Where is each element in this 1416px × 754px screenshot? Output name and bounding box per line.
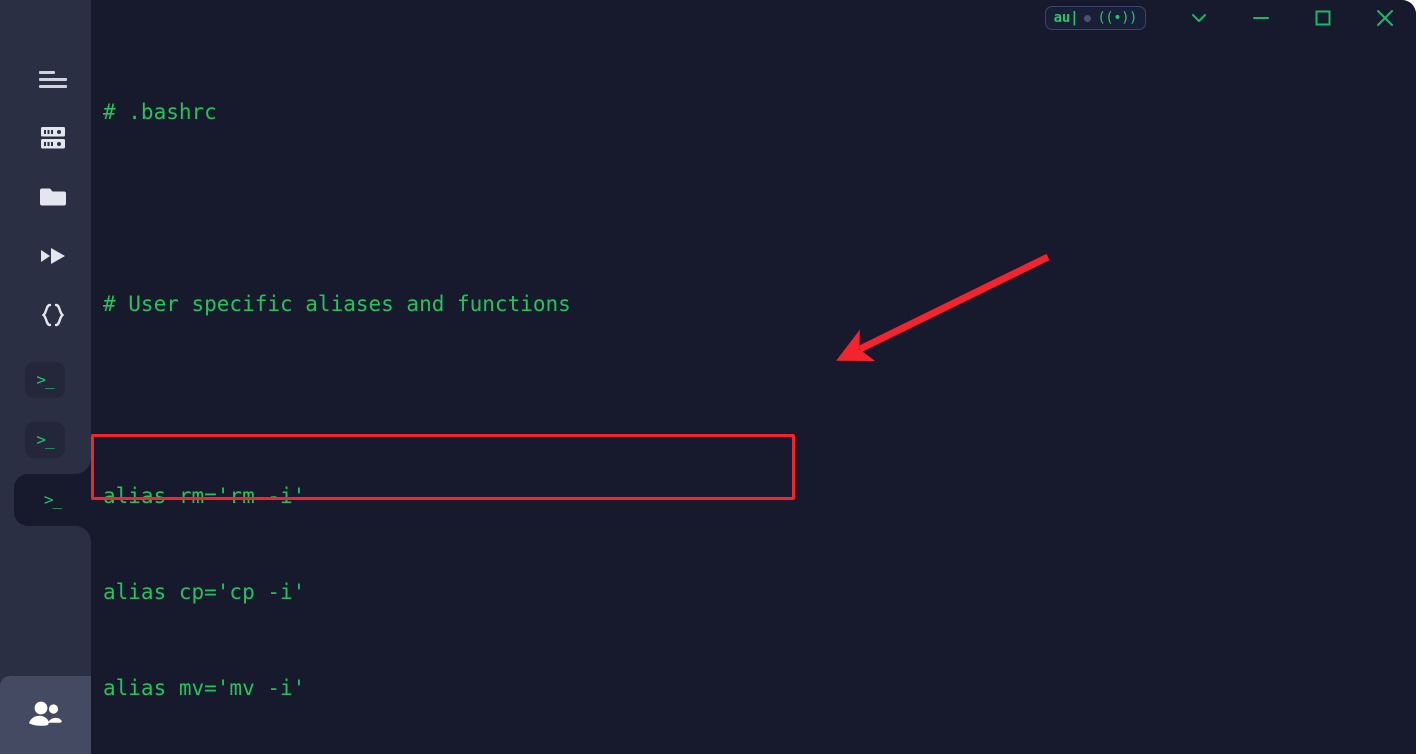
code-line: alias rm='rm -i' bbox=[103, 484, 306, 508]
curly-braces-icon bbox=[41, 303, 64, 327]
sidebar-users-button[interactable] bbox=[0, 676, 91, 754]
fast-forward-icon bbox=[40, 248, 65, 264]
close-button[interactable] bbox=[1354, 0, 1416, 36]
tab-notch-top bbox=[14, 458, 91, 474]
audio-status-badge[interactable]: au| ((•)) bbox=[1044, 6, 1146, 30]
terminal-window: au| ((•)) # .bashrc # User specific alia… bbox=[0, 0, 1416, 754]
screen-root: au| ((•)) # .bashrc # User specific alia… bbox=[0, 0, 1416, 754]
terminal-prompt-icon: >_ bbox=[36, 430, 54, 449]
sidebar-terminal-tab-1[interactable]: >_ bbox=[25, 362, 65, 398]
users-icon bbox=[28, 701, 62, 726]
minimize-button[interactable] bbox=[1230, 0, 1292, 36]
tab-notch-bottom bbox=[14, 526, 91, 542]
sidebar-item-files[interactable] bbox=[14, 168, 91, 226]
terminal-prompt-icon: >_ bbox=[36, 370, 54, 389]
code-line: # .bashrc bbox=[103, 100, 217, 124]
terminal-prompt-icon: >_ bbox=[43, 490, 62, 509]
sidebar-item-code[interactable] bbox=[14, 286, 91, 344]
sidebar-terminal-tab-2[interactable]: >_ bbox=[25, 422, 65, 458]
server-rack-icon bbox=[40, 127, 65, 149]
hamburger-menu-icon bbox=[38, 70, 67, 88]
sidebar-item-transfer[interactable] bbox=[14, 227, 91, 285]
audio-badge-text: au| bbox=[1053, 10, 1079, 26]
folder-icon bbox=[39, 188, 66, 206]
window-titlebar: au| ((•)) bbox=[1044, 0, 1416, 36]
maximize-button[interactable] bbox=[1292, 0, 1354, 36]
vim-buffer[interactable]: # .bashrc # User specific aliases and fu… bbox=[103, 32, 633, 754]
broadcast-icon: ((•)) bbox=[1097, 10, 1137, 26]
code-line: # User specific aliases and functions bbox=[103, 292, 571, 316]
sidebar-terminal-tab-3-active[interactable]: >_ bbox=[14, 474, 91, 526]
sidebar-item-servers[interactable] bbox=[14, 109, 91, 167]
audio-status-dot bbox=[1084, 14, 1092, 22]
terminal-pane[interactable]: au| ((•)) # .bashrc # User specific alia… bbox=[91, 0, 1416, 754]
code-line: alias mv='mv -i' bbox=[103, 676, 306, 700]
code-line: alias cp='cp -i' bbox=[103, 580, 306, 604]
sidebar-item-menu[interactable] bbox=[14, 50, 91, 108]
left-sidebar: >_ >_ >_ bbox=[0, 0, 91, 754]
chevron-down-icon[interactable] bbox=[1168, 0, 1230, 36]
